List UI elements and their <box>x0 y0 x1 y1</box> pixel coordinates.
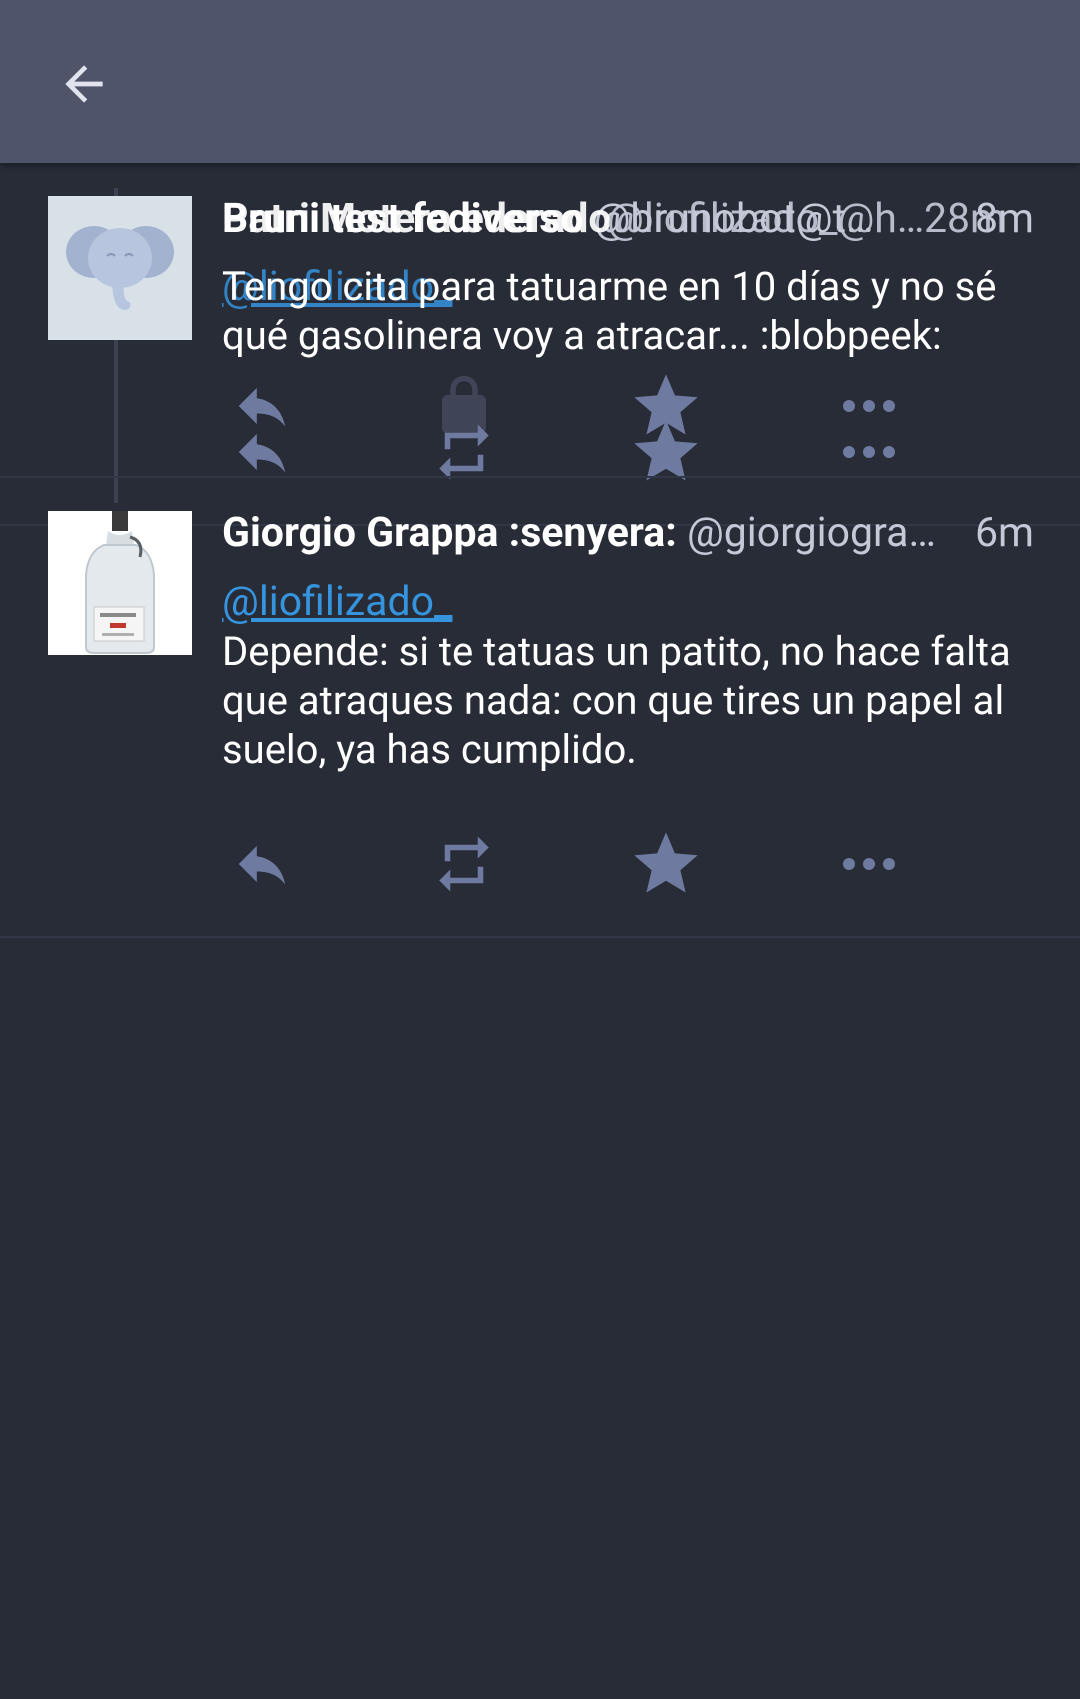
app-bar <box>0 0 1080 163</box>
more-icon <box>843 858 895 870</box>
reply-button[interactable] <box>222 824 302 904</box>
more-icon <box>843 446 895 458</box>
back-button[interactable] <box>50 50 118 118</box>
status-actions <box>222 824 1032 904</box>
ghost-timestamp: 28m <box>923 195 1006 243</box>
reply-button[interactable] <box>222 412 302 492</box>
favourite-button[interactable] <box>626 824 706 904</box>
boost-icon <box>439 836 489 892</box>
arrow-left-icon <box>65 65 103 103</box>
status-header: Giorgio Grappa :senyera: @giorgiogra… 6m <box>222 508 1034 558</box>
more-button[interactable] <box>829 412 909 492</box>
avatar[interactable] <box>48 196 192 340</box>
favourite-button[interactable] <box>626 412 706 492</box>
divider <box>0 936 1080 938</box>
divider <box>0 476 1080 478</box>
status-content: Tengo cita para tatuarme en 10 días y no… <box>222 263 997 359</box>
boost-button[interactable] <box>424 412 504 492</box>
favourite-icon <box>634 832 698 893</box>
ghost-display-name: Patri Motera ederado <box>222 195 612 243</box>
display-name[interactable]: Giorgio Grappa :senyera: <box>222 509 677 557</box>
ghost-status-header: Patri Motera ederado @liofilizado_@h… 28… <box>222 194 1034 244</box>
grappa-bottle-avatar-icon <box>48 511 192 655</box>
favourite-icon <box>634 420 698 481</box>
ghost-account-handle: @liofilizado_@h… <box>607 195 925 243</box>
timestamp: 6m <box>975 509 1034 557</box>
boost-button[interactable] <box>424 824 504 904</box>
avatar[interactable] <box>48 511 192 655</box>
reply-icon <box>238 433 286 473</box>
more-button[interactable] <box>829 824 909 904</box>
account-handle: @giorgiogra… <box>686 509 936 557</box>
status-content: Depende: si te tatuas un patito, no hace… <box>222 628 1011 773</box>
reply-icon <box>238 845 286 885</box>
status-actions <box>222 412 1032 492</box>
mention-link[interactable]: @liofilizado_ <box>222 577 452 627</box>
elephant-avatar-icon <box>66 226 174 310</box>
